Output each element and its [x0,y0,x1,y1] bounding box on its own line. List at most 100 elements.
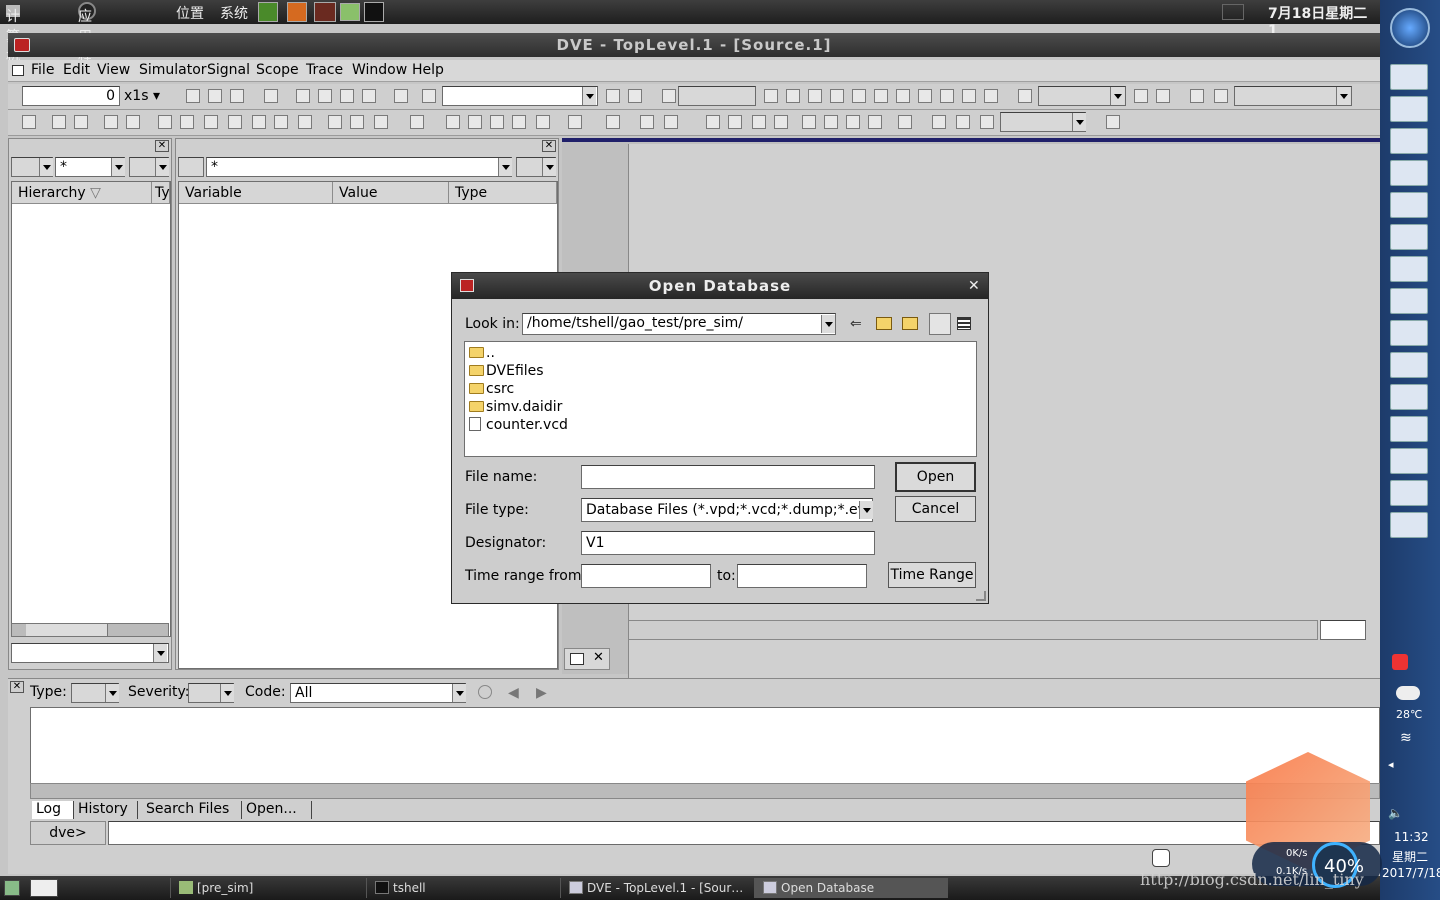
scope-dropdown[interactable] [1336,87,1350,105]
app-icon[interactable] [1390,224,1428,250]
ie-icon[interactable] [1390,160,1428,186]
continue-icon[interactable] [940,89,954,103]
memory-icon[interactable] [374,115,388,129]
system-menu[interactable]: 系统 [220,3,248,23]
dialog-titlebar[interactable]: Open Database ✕ [452,273,988,299]
source-tab[interactable]: ✕ [564,648,610,670]
forward-icon[interactable] [126,115,140,129]
zoom-cursor-icon[interactable] [980,115,994,129]
window-menu-icon[interactable] [12,65,24,76]
trace-icon[interactable] [204,115,218,129]
hierarchy-tree[interactable]: Hierarchy ▽ Ty [11,181,171,637]
hier-search-combo[interactable] [11,643,169,663]
refresh-icon[interactable] [410,115,424,129]
zoom-prev-icon[interactable] [932,115,946,129]
zoom-dropdown[interactable] [1072,113,1086,131]
table-icon[interactable] [664,115,678,129]
file-item[interactable]: .. [469,344,495,362]
window-titlebar[interactable]: DVE - TopLevel.1 - [Source.1] [8,33,1380,57]
delete-icon[interactable] [362,89,376,103]
driver-icon[interactable] [158,115,172,129]
wifi-icon[interactable]: ≋ [1400,730,1412,746]
pointer-icon[interactable] [706,115,720,129]
rise-edge-icon[interactable] [830,89,844,103]
app-icon[interactable] [1390,192,1428,218]
console-log[interactable] [30,707,1380,785]
cancel-button[interactable]: Cancel [895,496,976,522]
source-line-input[interactable] [1320,620,1366,640]
wechat-icon[interactable] [1390,512,1428,538]
zoom-2-icon[interactable] [824,115,838,129]
filetype-combo[interactable]: Database Files (*.vpd;*.vcd;*.dump;*.evc… [581,498,873,522]
parent-folder-icon[interactable] [876,317,892,330]
edit-icon[interactable] [640,115,654,129]
scope-combo[interactable] [1234,86,1352,106]
load-icon[interactable] [180,115,194,129]
close-icon[interactable]: ✕ [542,140,556,152]
prev-edge-icon[interactable] [808,89,822,103]
tab-log[interactable]: Log [32,801,74,819]
pdf-icon[interactable] [1390,416,1428,442]
signal-dropdown[interactable] [1110,87,1124,105]
close-icon[interactable]: ✕ [155,140,169,152]
col-hierarchy[interactable]: Hierarchy ▽ [12,182,152,204]
var-filter-dropdown[interactable] [498,158,512,176]
taskbar-item-open-database[interactable]: Open Database [754,878,948,898]
lookin-dropdown[interactable] [821,315,835,333]
move-right-icon[interactable] [1214,89,1228,103]
expand-icon[interactable] [1134,89,1148,103]
search-dropdown[interactable] [582,87,596,105]
layout-icon[interactable] [568,115,582,129]
app-icon[interactable] [14,38,30,52]
tab-open[interactable]: Open... [242,801,312,819]
tray-time[interactable]: 11:32 [1394,830,1429,844]
menu-help[interactable]: Help [412,62,444,78]
hier-filter-type-dropdown[interactable] [155,158,169,176]
group-icon[interactable] [274,115,288,129]
message-icon[interactable] [1152,849,1170,867]
ungroup-icon[interactable] [298,115,312,129]
any-edge-icon[interactable] [874,89,888,103]
start-orb-icon[interactable] [1390,8,1430,48]
lookin-combo[interactable]: /home/tshell/gao_test/pre_sim/ [522,313,836,335]
console-hscroll[interactable] [30,783,1380,799]
vim-launcher-icon[interactable] [258,2,278,22]
menu-scope[interactable]: Scope [256,62,299,78]
console-command-input[interactable] [108,821,1380,845]
code-combo[interactable]: All [290,683,466,703]
menu-signal[interactable]: Signal [207,62,250,78]
list-icon[interactable] [350,115,364,129]
close-icon[interactable]: ✕ [10,681,24,693]
taskbar-item-terminal[interactable]: tshell [366,878,556,898]
var-view-combo[interactable] [178,157,204,177]
prev-message-icon[interactable]: ◀ [508,685,519,701]
app-icon[interactable] [1390,64,1428,90]
vm-icon[interactable] [1390,448,1428,474]
search-prev-icon[interactable] [628,89,642,103]
scrollbar-thumb[interactable] [26,624,108,636]
path-icon[interactable] [252,115,266,129]
sublime-launcher-icon[interactable] [287,2,307,22]
zoom-4-icon[interactable] [868,115,882,129]
breakpoint-icon[interactable] [896,89,910,103]
collapse-icon[interactable] [1156,89,1170,103]
close-icon[interactable]: ✕ [968,273,981,299]
hier-type-dropdown[interactable] [39,158,53,176]
ime-icon[interactable] [1392,654,1408,670]
run-icon[interactable] [764,89,778,103]
terminal-launcher-icon[interactable] [364,2,384,22]
search-combo[interactable] [442,86,598,106]
app-icon[interactable] [1390,288,1428,314]
zoom-3-icon[interactable] [846,115,860,129]
time-to-input[interactable] [737,564,867,588]
tab-search-files[interactable]: Search Files [142,801,242,819]
horizontal-scrollbar[interactable] [11,623,169,637]
wave-icon[interactable] [328,115,342,129]
places-menu[interactable]: 位置 [176,3,204,23]
word-icon[interactable] [1390,384,1428,410]
detail-view-icon[interactable] [957,317,971,330]
pan-icon[interactable] [774,115,788,129]
source-icon[interactable] [446,115,460,129]
zoom-next-icon[interactable] [956,115,970,129]
app-icon[interactable] [1390,96,1428,122]
